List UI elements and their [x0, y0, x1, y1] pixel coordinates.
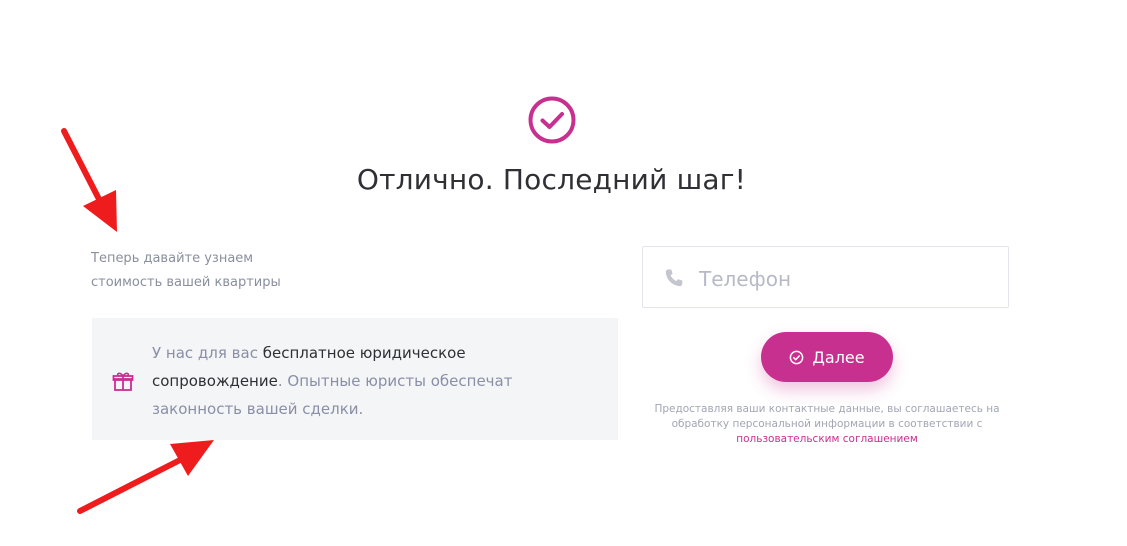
- annotation-arrow-bottom: [77, 440, 214, 514]
- annotation-arrows: [61, 128, 214, 514]
- page: Отлично. Последний шаг! Теперь давайте у…: [0, 0, 1127, 546]
- annotation-arrow-top: [61, 128, 117, 232]
